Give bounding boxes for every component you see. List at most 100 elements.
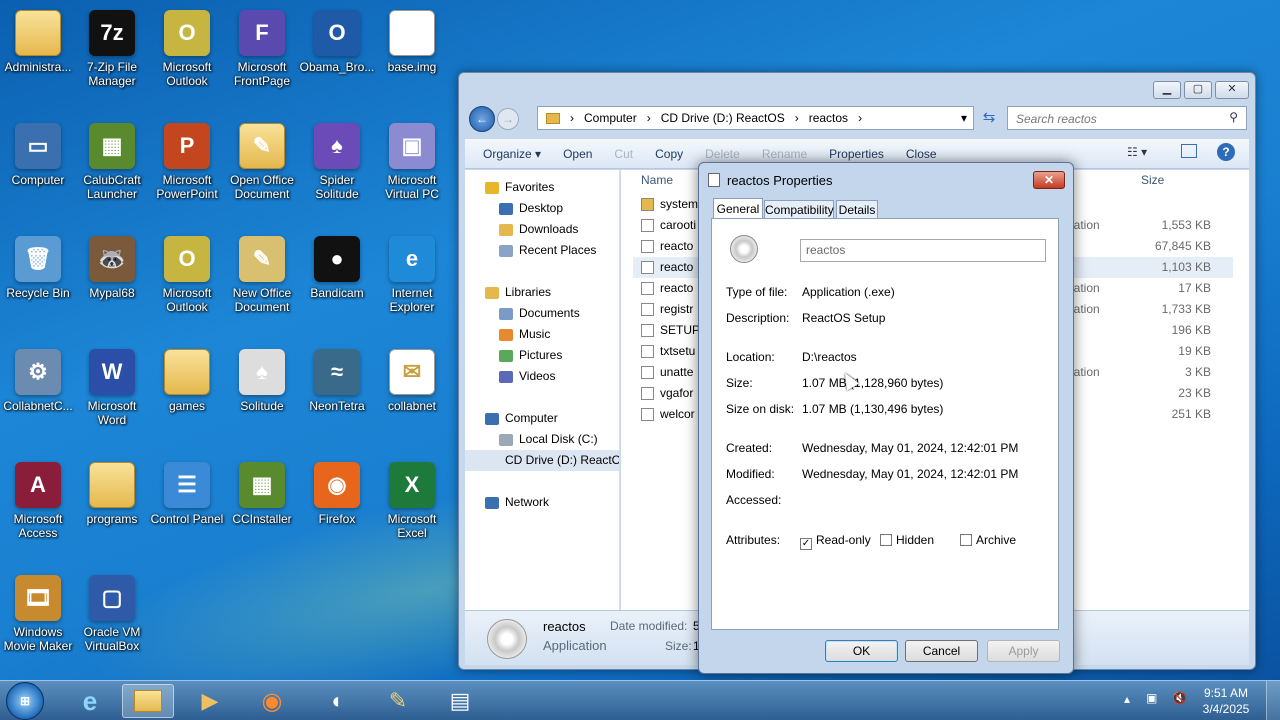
- nav-item[interactable]: Downloads: [465, 219, 619, 240]
- taskbar-obama-icon[interactable]: ◐: [312, 684, 364, 718]
- nav-item[interactable]: Local Disk (C:): [465, 429, 619, 450]
- desktop-icon[interactable]: 🗑 Recycle Bin: [0, 228, 76, 300]
- attribute-label: Hidden: [896, 533, 935, 547]
- desktop-icon[interactable]: ✎ New Office Document: [224, 228, 300, 314]
- dialog-close-button[interactable]: ✕: [1033, 171, 1065, 189]
- nav-item[interactable]: Computer: [465, 408, 619, 429]
- search-input[interactable]: Search reactos ⚲: [1007, 106, 1247, 130]
- nav-item[interactable]: Recent Places: [465, 240, 619, 261]
- desktop-icon[interactable]: 7z 7-Zip File Manager: [74, 2, 150, 88]
- taskbar-office-icon[interactable]: ✎: [372, 684, 424, 718]
- desktop-icon[interactable]: ▭ Computer: [0, 115, 76, 187]
- desktop-icon[interactable]: ☰ Control Panel: [149, 454, 225, 526]
- toolbar-button[interactable]: Organize ▾: [483, 147, 541, 161]
- nav-item[interactable]: Pictures: [465, 345, 619, 366]
- address-dropdown-icon[interactable]: ▾: [961, 111, 967, 125]
- desktop-icon[interactable]: O Obama_Bro...: [299, 2, 375, 74]
- desktop-icon[interactable]: ♠ Spider Solitude: [299, 115, 375, 201]
- column-header-name[interactable]: Name: [641, 173, 673, 187]
- show-hidden-icons-icon[interactable]: ▴: [1124, 692, 1130, 706]
- nav-item[interactable]: Videos: [465, 366, 619, 387]
- start-button[interactable]: ⊞: [6, 682, 44, 720]
- desktop-icon[interactable]: base.img: [374, 2, 450, 74]
- maximize-button[interactable]: ▢: [1184, 81, 1212, 99]
- desktop-icon[interactable]: ✎ Open Office Document: [224, 115, 300, 201]
- desktop-icon[interactable]: O Microsoft Outlook: [149, 228, 225, 314]
- nav-item[interactable]: Favorites: [465, 177, 619, 198]
- toolbar-button[interactable]: Open: [563, 147, 592, 161]
- taskbar-document-icon[interactable]: ▤: [434, 684, 486, 718]
- nav-item-label: Recent Places: [519, 243, 597, 257]
- ok-button[interactable]: OK: [825, 640, 898, 662]
- attribute-checkbox[interactable]: Hidden: [880, 533, 934, 547]
- show-desktop-button[interactable]: [1266, 681, 1280, 720]
- toolbar-button[interactable]: Rename: [762, 147, 807, 161]
- desktop-icon[interactable]: ≈ NeonTetra: [299, 341, 375, 413]
- toolbar-button[interactable]: Delete: [705, 147, 740, 161]
- file-icon: [641, 366, 654, 379]
- desktop-icon[interactable]: A Microsoft Access: [0, 454, 76, 540]
- attribute-checkbox[interactable]: Archive: [960, 533, 1016, 547]
- desktop-icon[interactable]: programs: [74, 454, 150, 526]
- nav-item-icon: [499, 370, 513, 383]
- desktop-icon[interactable]: ✉ collabnet: [374, 341, 450, 413]
- breadcrumb-computer[interactable]: Computer: [584, 111, 637, 125]
- toolbar-button[interactable]: Close: [906, 147, 937, 161]
- clock[interactable]: 9:51 AM 3/4/2025: [1196, 685, 1256, 717]
- desktop-icon[interactable]: ▣ Microsoft Virtual PC: [374, 115, 450, 201]
- file-name-field[interactable]: reactos: [800, 239, 1046, 262]
- desktop-icon[interactable]: O Microsoft Outlook: [149, 2, 225, 88]
- desktop-icon[interactable]: ♠ Solitude: [224, 341, 300, 413]
- toolbar-button[interactable]: Cut: [614, 147, 633, 161]
- desktop-icon[interactable]: W Microsoft Word: [74, 341, 150, 427]
- desktop-icon[interactable]: ● Bandicam: [299, 228, 375, 300]
- volume-muted-icon[interactable]: 🔇: [1172, 691, 1187, 705]
- desktop-icon[interactable]: X Microsoft Excel: [374, 454, 450, 540]
- desktop-icon[interactable]: e Internet Explorer: [374, 228, 450, 314]
- desktop-icon[interactable]: ◉ Firefox: [299, 454, 375, 526]
- desktop-icon[interactable]: F Microsoft FrontPage: [224, 2, 300, 88]
- forward-button[interactable]: →: [497, 108, 519, 130]
- desktop-icon[interactable]: games: [149, 341, 225, 413]
- attribute-checkbox[interactable]: ✓ Read-only: [800, 533, 871, 550]
- desktop-icon[interactable]: ⚙ CollabnetC...: [0, 341, 76, 413]
- address-bar[interactable]: › Computer › CD Drive (D:) ReactOS › rea…: [537, 106, 974, 130]
- taskbar-firefox-icon[interactable]: ◉: [246, 684, 298, 718]
- refresh-icon[interactable]: ⇆: [978, 108, 1000, 130]
- column-header-size[interactable]: Size: [1141, 173, 1164, 187]
- nav-item[interactable]: Network: [465, 492, 619, 513]
- desktop-icon[interactable]: P Microsoft PowerPoint: [149, 115, 225, 201]
- taskbar-internet-explorer-icon[interactable]: e: [64, 684, 116, 718]
- tab-details[interactable]: Details: [836, 200, 878, 219]
- tab-general[interactable]: General: [713, 198, 763, 219]
- minimize-button[interactable]: ▁: [1153, 81, 1181, 99]
- nav-item[interactable]: Music: [465, 324, 619, 345]
- desktop-icon[interactable]: ▦ CCInstaller: [224, 454, 300, 526]
- apply-button[interactable]: Apply: [987, 640, 1060, 662]
- toolbar-button[interactable]: Properties: [829, 147, 884, 161]
- desktop-icon-label: New Office Document: [232, 286, 292, 314]
- back-button[interactable]: ←: [469, 106, 495, 132]
- desktop-icon[interactable]: Administra...: [0, 2, 76, 74]
- view-options-icon[interactable]: ☷ ▾: [1127, 145, 1147, 159]
- desktop-icon[interactable]: ▦ CalubCraft Launcher: [74, 115, 150, 201]
- nav-item[interactable]: CD Drive (D:) ReactOS: [465, 450, 619, 471]
- nav-item[interactable]: Documents: [465, 303, 619, 324]
- network-icon[interactable]: ▣: [1146, 691, 1157, 705]
- taskbar-explorer-icon[interactable]: [122, 684, 174, 718]
- desktop-icon[interactable]: 🎞 Windows Movie Maker: [0, 567, 76, 653]
- close-window-button[interactable]: ✕: [1215, 81, 1249, 99]
- spider-solitaire-icon: ♠: [314, 123, 360, 169]
- breadcrumb-cd-drive[interactable]: CD Drive (D:) ReactOS: [661, 111, 785, 125]
- breadcrumb-reactos[interactable]: reactos: [809, 111, 848, 125]
- help-icon[interactable]: ?: [1217, 143, 1235, 161]
- cancel-button[interactable]: Cancel: [905, 640, 978, 662]
- desktop-icon[interactable]: 🦝 Mypal68: [74, 228, 150, 300]
- nav-item[interactable]: Desktop: [465, 198, 619, 219]
- preview-pane-icon[interactable]: [1181, 144, 1197, 158]
- nav-item[interactable]: Libraries: [465, 282, 619, 303]
- toolbar-button[interactable]: Copy: [655, 147, 683, 161]
- tab-compatibility[interactable]: Compatibility: [764, 200, 834, 219]
- desktop-icon[interactable]: ▢ Oracle VM VirtualBox: [74, 567, 150, 653]
- taskbar-media-player-icon[interactable]: ▶: [184, 684, 236, 718]
